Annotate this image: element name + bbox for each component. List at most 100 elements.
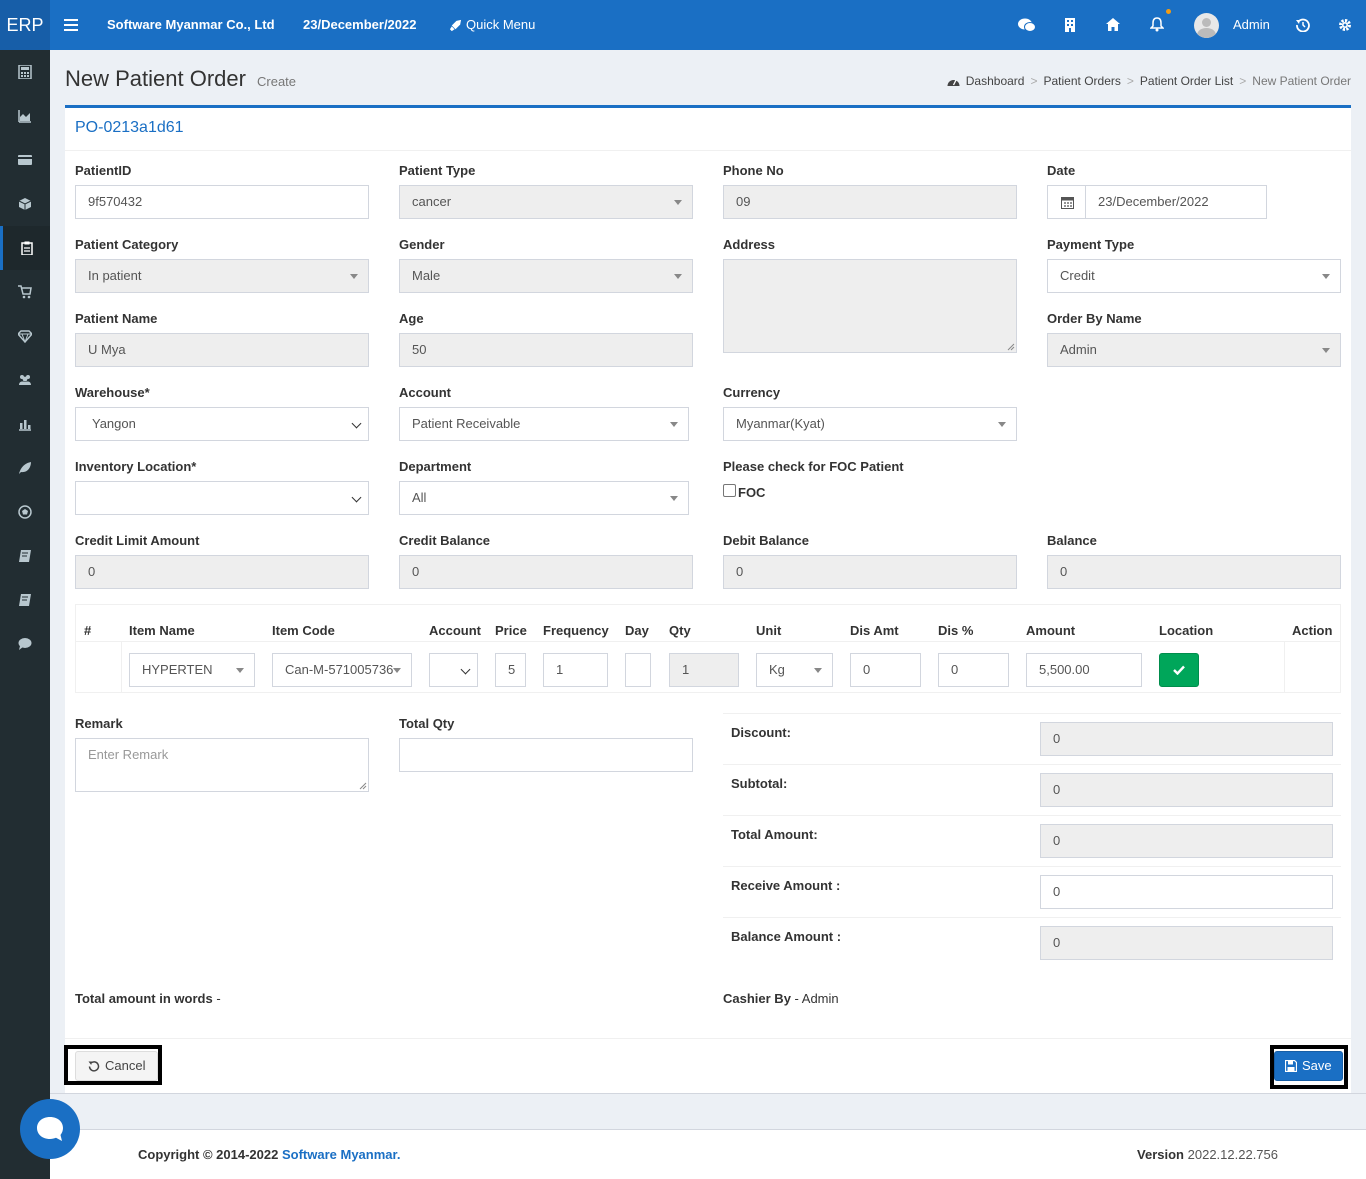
payment-type-select[interactable]: Credit <box>1047 259 1341 293</box>
patient-category-select[interactable]: In patient <box>75 259 369 293</box>
copyright-brand-link[interactable]: Software Myanmar. <box>282 1147 401 1162</box>
top-date: 23/December/2022 <box>303 17 417 32</box>
building-icon <box>1065 18 1075 32</box>
quick-menu-label: Quick Menu <box>466 17 536 32</box>
sidebar-item-leaf[interactable] <box>0 446 50 490</box>
box-header: PO-0213a1d61 <box>65 108 1351 151</box>
history-button[interactable] <box>1296 0 1310 50</box>
menu-toggle-button[interactable] <box>64 0 78 50</box>
patient-name-input[interactable]: U Mya <box>75 333 369 367</box>
cancel-button[interactable]: Cancel <box>75 1051 159 1081</box>
subtotal-input[interactable]: 0 <box>1040 773 1333 807</box>
save-button[interactable]: Save <box>1274 1051 1343 1081</box>
cashier-label: Cashier By <box>723 991 791 1006</box>
credit-card-icon <box>18 155 32 165</box>
row-dis-amt-input[interactable]: 0 <box>850 653 921 687</box>
row-frequency-input[interactable]: 1 <box>543 653 608 687</box>
patient-type-select[interactable]: cancer <box>399 185 693 219</box>
sidebar-item-reports[interactable] <box>0 402 50 446</box>
sidebar-item-diamond[interactable] <box>0 314 50 358</box>
company-name: Software Myanmar Co., Ltd <box>107 17 275 32</box>
row-account-select[interactable] <box>429 653 478 687</box>
amount-in-words-value: - <box>216 991 221 1006</box>
notifications-button[interactable] <box>1149 0 1171 50</box>
row-qty-input[interactable]: 1 <box>669 653 739 687</box>
gender-label: Gender <box>399 237 445 252</box>
row-day-input[interactable] <box>625 653 651 687</box>
sidebar-item-users[interactable] <box>0 358 50 402</box>
department-select[interactable]: All <box>399 481 689 515</box>
debit-balance-input[interactable]: 0 <box>723 555 1017 589</box>
currency-select[interactable]: Myanmar(Kyat) <box>723 407 1017 441</box>
page-subtitle: Create <box>257 74 297 89</box>
leaf-icon <box>19 462 31 474</box>
check-icon <box>1173 665 1185 675</box>
row-item-code-select[interactable]: Can-M-571005736 <box>272 653 412 687</box>
sidebar-item-calculator[interactable] <box>0 50 50 94</box>
home-button[interactable] <box>1106 0 1120 50</box>
row-location-button[interactable] <box>1159 653 1199 687</box>
items-table: # Item Name Item Code Account Price Freq… <box>75 604 1341 693</box>
row-unit-select[interactable]: Kg <box>756 653 833 687</box>
order-by-select[interactable]: Admin <box>1047 333 1341 367</box>
app-logo[interactable]: ERP <box>0 0 50 50</box>
bar-chart-icon <box>19 420 31 431</box>
credit-limit-input[interactable]: 0 <box>75 555 369 589</box>
th-unit: Unit <box>756 623 782 638</box>
home-icon <box>1106 18 1120 31</box>
wechat-button[interactable] <box>1018 0 1036 50</box>
row-price-input[interactable]: 5 <box>495 653 526 687</box>
address-label: Address <box>723 237 776 252</box>
settings-button[interactable] <box>1338 0 1352 50</box>
inventory-location-select[interactable] <box>75 481 369 515</box>
sidebar-item-payments[interactable] <box>0 138 50 182</box>
sidebar-item-messages[interactable] <box>0 622 50 666</box>
sidebar-item-sales[interactable] <box>0 270 50 314</box>
row-item-name-select[interactable]: HYPERTEN <box>129 653 255 687</box>
breadcrumb-patient-order-list[interactable]: Patient Order List <box>1140 74 1233 88</box>
account-select[interactable]: Patient Receivable <box>399 407 689 441</box>
chat-widget-button[interactable] <box>20 1099 80 1159</box>
row-dis-pct-input[interactable]: 0 <box>938 653 1009 687</box>
address-textarea[interactable] <box>723 259 1017 353</box>
total-qty-input[interactable] <box>399 738 693 772</box>
patient-id-input[interactable]: 9f570432 <box>75 185 369 219</box>
balance-input[interactable]: 0 <box>1047 555 1341 589</box>
breadcrumb-patient-orders[interactable]: Patient Orders <box>1044 74 1121 88</box>
gender-select[interactable]: Male <box>399 259 693 293</box>
quick-menu-button[interactable]: Quick Menu <box>449 0 535 50</box>
warehouse-select[interactable]: Yangon <box>75 407 369 441</box>
resize-handle-icon <box>1007 343 1015 351</box>
receive-amount-input[interactable]: 0 <box>1040 875 1333 909</box>
user-menu[interactable]: Admin <box>1194 0 1270 50</box>
calculator-icon <box>18 65 32 79</box>
resize-handle-icon <box>359 782 367 790</box>
sidebar-item-book-1[interactable] <box>0 534 50 578</box>
th-price: Price <box>495 623 527 638</box>
debit-balance-label: Debit Balance <box>723 533 809 548</box>
foc-checkbox[interactable] <box>723 484 736 497</box>
age-input[interactable]: 50 <box>399 333 693 367</box>
total-amount-input[interactable]: 0 <box>1040 824 1333 858</box>
balance-label: Balance <box>1047 533 1097 548</box>
building-button[interactable] <box>1064 0 1076 50</box>
breadcrumb-dashboard[interactable]: Dashboard <box>966 74 1025 88</box>
version-info: Version 2022.12.22.756 <box>1137 1147 1278 1162</box>
remark-textarea[interactable]: Enter Remark <box>75 738 369 792</box>
account-label: Account <box>399 385 451 400</box>
table-divider <box>1284 642 1285 693</box>
balance-amount-input[interactable]: 0 <box>1040 926 1333 960</box>
phone-input[interactable]: 09 <box>723 185 1017 219</box>
users-icon <box>19 375 31 385</box>
date-input[interactable]: 23/December/2022 <box>1085 185 1267 219</box>
sidebar-item-book-2[interactable] <box>0 578 50 622</box>
sidebar-item-products[interactable] <box>0 182 50 226</box>
th-action: Action <box>1292 623 1333 638</box>
discount-input[interactable]: 0 <box>1040 722 1333 756</box>
credit-balance-input[interactable]: 0 <box>399 555 693 589</box>
sidebar-item-area-chart[interactable] <box>0 94 50 138</box>
th-item-code: Item Code <box>272 623 335 638</box>
row-amount-input[interactable]: 5,500.00 <box>1026 653 1142 687</box>
sidebar-item-patient-orders[interactable] <box>0 226 50 270</box>
sidebar-item-soccer[interactable] <box>0 490 50 534</box>
